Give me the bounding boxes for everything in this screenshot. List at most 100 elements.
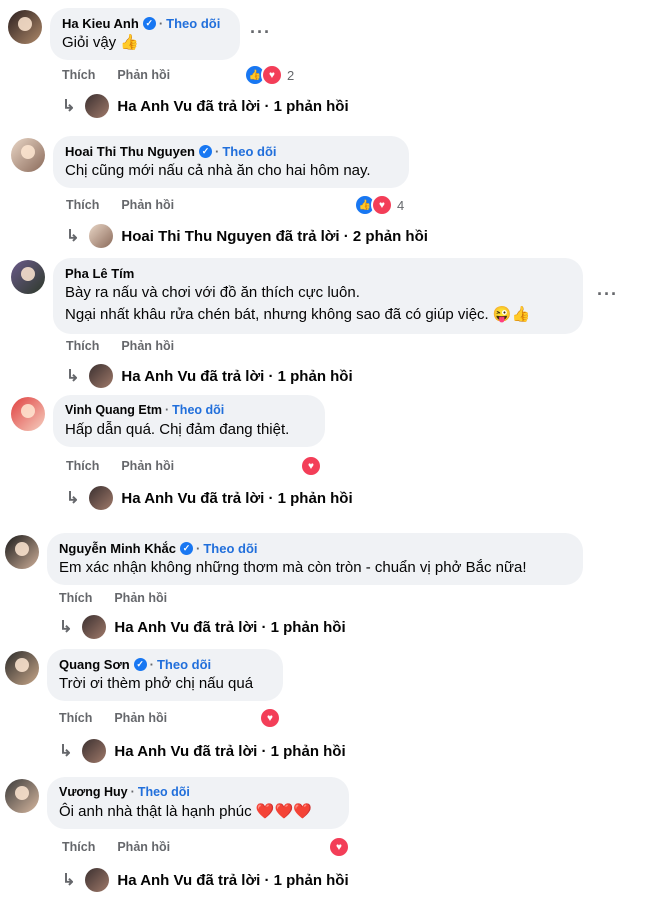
comment-author[interactable]: Ha Kieu Anh [62, 15, 139, 32]
like-button[interactable]: Thích [59, 711, 92, 725]
comment-text: Chị cũng mới nấu cả nhà ăn cho hai hôm n… [65, 162, 371, 179]
verified-badge-icon: ✓ [199, 145, 212, 158]
comment-bubble: Ha Kieu Anh ✓ · Theo dõi Giỏi vậy 👍 [50, 8, 240, 60]
view-replies-link[interactable]: ↳ Ha Anh Vu đã trả lời · 1 phản hồi [66, 486, 353, 510]
comment-actions: Thích Phản hồi [66, 339, 174, 353]
more-options-icon[interactable]: ··· [250, 22, 271, 43]
like-button[interactable]: Thích [62, 68, 95, 82]
reply-avatar [82, 739, 107, 763]
view-replies-link[interactable]: ↳ Ha Anh Vu đã trả lời · 1 phản hồi [59, 615, 346, 639]
comment-text-line-2: Ngại nhất khâu rửa chén bát, nhưng không… [65, 306, 489, 323]
avatar[interactable] [5, 651, 39, 685]
follow-link[interactable]: Theo dõi [138, 784, 190, 801]
reply-button[interactable]: Phản hồi [121, 198, 174, 212]
avatar[interactable] [11, 397, 45, 431]
love-reaction-icon: ♥ [371, 194, 393, 216]
avatar[interactable] [5, 535, 39, 569]
view-replies-link[interactable]: ↳ Ha Anh Vu đã trả lời · 1 phản hồi [66, 364, 353, 388]
comment-text: Ôi anh nhà thật là hạnh phúc [59, 803, 252, 820]
comment-actions: Thích Phản hồi [59, 591, 167, 605]
reply-avatar [85, 868, 110, 892]
thumbs-up-emoji-icon: 👍 [120, 34, 140, 51]
follow-link[interactable]: Theo dõi [203, 540, 257, 557]
comment-text: Em xác nhận không những thơm mà còn tròn… [59, 559, 527, 576]
comment-text: Trời ơi thèm phở chị nấu quá [59, 675, 254, 692]
reaction-count: 4 [397, 197, 405, 213]
like-button[interactable]: Thích [62, 840, 95, 854]
reply-summary: Ha Anh Vu đã trả lời · 1 phản hồi [117, 871, 349, 889]
love-reaction-icon: ♥ [328, 836, 350, 858]
reply-arrow-icon: ↳ [62, 872, 76, 889]
comment-bubble: Vương Huy · Theo dõi Ôi anh nhà thật là … [47, 777, 349, 829]
follow-link[interactable]: Theo dõi [166, 15, 220, 32]
comment-actions: Thích Phản hồi [66, 198, 174, 212]
reaction-summary[interactable]: ♥ [259, 707, 281, 729]
reply-button[interactable]: Phản hồi [114, 591, 167, 605]
reply-summary: Ha Anh Vu đã trả lời · 1 phản hồi [121, 489, 353, 507]
comment-bubble: Hoai Thi Thu Nguyen ✓ · Theo dõi Chị cũn… [53, 136, 409, 188]
view-replies-link[interactable]: ↳ Hoai Thi Thu Nguyen đã trả lời · 2 phả… [66, 224, 428, 248]
love-reaction-icon: ♥ [259, 707, 281, 729]
avatar[interactable] [5, 779, 39, 813]
comment-author[interactable]: Nguyễn Minh Khắc [59, 540, 176, 557]
reaction-summary[interactable]: 👍 ♥ 2 [244, 64, 294, 86]
more-options-icon[interactable]: ··· [597, 284, 618, 305]
like-button[interactable]: Thích [59, 591, 92, 605]
reply-button[interactable]: Phản hồi [114, 711, 167, 725]
comment-actions: Thích Phản hồi [62, 840, 170, 854]
follow-link[interactable]: Theo dõi [157, 656, 211, 673]
reply-avatar [89, 364, 114, 388]
reply-button[interactable]: Phản hồi [121, 339, 174, 353]
comment-bubble: Nguyễn Minh Khắc ✓ · Theo dõi Em xác nhậ… [47, 533, 583, 585]
reply-summary: Ha Anh Vu đã trả lời · 1 phản hồi [114, 618, 346, 636]
view-replies-link[interactable]: ↳ Ha Anh Vu đã trả lời · 1 phản hồi [59, 739, 346, 763]
comment-bubble: Vinh Quang Etm · Theo dõi Hấp dẫn quá. C… [53, 395, 325, 447]
comment-author[interactable]: Vương Huy [59, 784, 128, 801]
comment-author[interactable]: Pha Lê Tím [65, 265, 134, 282]
comment-actions: Thích Phản hồi [59, 711, 167, 725]
avatar[interactable] [11, 138, 45, 172]
comment-actions: Thích Phản hồi [66, 459, 174, 473]
reply-summary: Hoai Thi Thu Nguyen đã trả lời · 2 phản … [121, 227, 428, 245]
view-replies-link[interactable]: ↳ Ha Anh Vu đã trả lời · 1 phản hồi [62, 94, 349, 118]
reaction-count: 2 [287, 67, 295, 83]
love-reaction-icon: ♥ [300, 455, 322, 477]
comment-bubble: Pha Lê Tím Bày ra nấu và chơi với đồ ăn … [53, 258, 583, 334]
reply-avatar [82, 615, 107, 639]
comment-author[interactable]: Vinh Quang Etm [65, 402, 162, 419]
follow-link[interactable]: Theo dõi [172, 402, 224, 419]
view-replies-link[interactable]: ↳ Ha Anh Vu đã trả lời · 1 phản hồi [62, 868, 349, 892]
comment-actions: Thích Phản hồi [62, 68, 170, 82]
reply-button[interactable]: Phản hồi [117, 68, 170, 82]
reply-avatar [89, 486, 114, 510]
like-button[interactable]: Thích [66, 339, 99, 353]
red-heart-emoji-icon: ❤️❤️❤️ [255, 803, 312, 820]
verified-badge-icon: ✓ [180, 542, 194, 555]
reaction-summary[interactable]: 👍 ♥ 4 [354, 194, 404, 216]
reply-button[interactable]: Phản hồi [121, 459, 174, 473]
winking-tongue-emoji-icon: 😜👍 [492, 306, 531, 323]
comment-author[interactable]: Quang Sơn [59, 656, 130, 673]
reply-arrow-icon: ↳ [59, 619, 73, 636]
comment-text: Giỏi vậy [62, 34, 117, 51]
reply-avatar [89, 224, 114, 248]
reaction-summary[interactable]: ♥ [328, 836, 350, 858]
like-button[interactable]: Thích [66, 198, 99, 212]
verified-badge-icon: ✓ [142, 17, 156, 30]
comment-text: Hấp dẫn quá. Chị đảm đang thiệt. [65, 421, 290, 438]
comment-bubble: Quang Sơn ✓ · Theo dõi Trời ơi thèm phở … [47, 649, 283, 701]
reply-summary: Ha Anh Vu đã trả lời · 1 phản hồi [117, 97, 349, 115]
follow-link[interactable]: Theo dõi [222, 143, 276, 160]
reaction-summary[interactable]: ♥ [300, 455, 322, 477]
reply-button[interactable]: Phản hồi [117, 840, 170, 854]
reply-arrow-icon: ↳ [59, 743, 73, 760]
comment-text-line-1: Bày ra nấu và chơi với đồ ăn thích cực l… [65, 284, 360, 301]
avatar[interactable] [8, 10, 42, 44]
reply-arrow-icon: ↳ [62, 98, 76, 115]
like-button[interactable]: Thích [66, 459, 99, 473]
reply-arrow-icon: ↳ [66, 228, 80, 245]
reply-arrow-icon: ↳ [66, 368, 80, 385]
comment-author[interactable]: Hoai Thi Thu Nguyen [65, 143, 195, 160]
verified-badge-icon: ✓ [133, 658, 147, 671]
avatar[interactable] [11, 260, 45, 294]
